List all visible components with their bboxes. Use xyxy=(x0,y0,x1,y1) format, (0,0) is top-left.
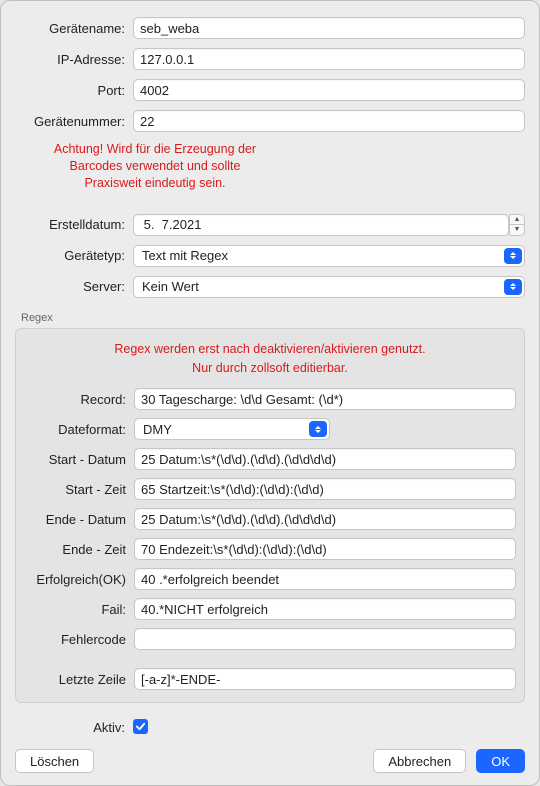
fail-input[interactable] xyxy=(134,598,516,620)
record-input[interactable] xyxy=(134,388,516,410)
ende-datum-input[interactable] xyxy=(134,508,516,530)
erstelldatum-input[interactable] xyxy=(133,214,509,236)
label-ende-zeit: Ende - Zeit xyxy=(24,542,134,557)
label-erfolgreich: Erfolgreich(OK) xyxy=(24,572,134,587)
dateformat-select[interactable]: DMY xyxy=(134,418,330,440)
check-icon xyxy=(135,721,146,732)
warning-line-1: Achtung! Wird für die Erzeugung der xyxy=(15,141,295,158)
label-server: Server: xyxy=(15,279,133,294)
geraetename-input[interactable] xyxy=(133,17,525,39)
label-fehlercode: Fehlercode xyxy=(24,632,134,647)
label-ende-datum: Ende - Datum xyxy=(24,512,134,527)
label-ip: IP-Adresse: xyxy=(15,52,133,67)
label-record: Record: xyxy=(24,392,134,407)
geraetetyp-value: Text mit Regex xyxy=(142,248,228,263)
geraetenummer-input[interactable] xyxy=(133,110,525,132)
label-erstelldatum: Erstelldatum: xyxy=(15,217,133,232)
label-geraetenummer: Gerätenummer: xyxy=(15,114,133,129)
regex-group: Regex werden erst nach deaktivieren/akti… xyxy=(15,328,525,704)
popup-arrow-icon xyxy=(504,279,522,295)
ip-input[interactable] xyxy=(133,48,525,70)
dateformat-value: DMY xyxy=(143,422,172,437)
label-start-zeit: Start - Zeit xyxy=(24,482,134,497)
aktiv-checkbox[interactable] xyxy=(133,719,148,734)
content: Gerätename: IP-Adresse: Port: Gerätenumm… xyxy=(1,1,539,745)
abbrechen-button[interactable]: Abbrechen xyxy=(373,749,466,773)
section-title-regex: Regex xyxy=(21,312,523,324)
label-geraetename: Gerätename: xyxy=(15,21,133,36)
popup-arrow-icon xyxy=(504,248,522,264)
label-fail: Fail: xyxy=(24,602,134,617)
stepper-buttons[interactable]: ▲ ▼ xyxy=(509,214,525,236)
start-datum-input[interactable] xyxy=(134,448,516,470)
port-input[interactable] xyxy=(133,79,525,101)
erfolgreich-input[interactable] xyxy=(134,568,516,590)
ende-zeit-input[interactable] xyxy=(134,538,516,560)
loeschen-button[interactable]: Löschen xyxy=(15,749,94,773)
label-start-datum: Start - Datum xyxy=(24,452,134,467)
chevron-down-icon[interactable]: ▼ xyxy=(510,224,524,235)
regex-warning-2: Nur durch zollsoft editierbar. xyxy=(24,360,516,377)
label-aktiv: Aktiv: xyxy=(15,720,133,735)
server-select[interactable]: Kein Wert xyxy=(133,276,525,298)
dialog-window: Gerätename: IP-Adresse: Port: Gerätenumm… xyxy=(0,0,540,786)
label-port: Port: xyxy=(15,83,133,98)
footer: Löschen Abbrechen OK xyxy=(15,749,525,773)
label-geraetetyp: Gerätetyp: xyxy=(15,248,133,263)
server-value: Kein Wert xyxy=(142,279,199,294)
chevron-up-icon[interactable]: ▲ xyxy=(510,215,524,225)
regex-warning-1: Regex werden erst nach deaktivieren/akti… xyxy=(24,341,516,358)
label-letzte-zeile: Letzte Zeile xyxy=(24,672,134,687)
warning-line-3: Praxisweit eindeutig sein. xyxy=(15,175,295,192)
erstelldatum-stepper[interactable]: ▲ ▼ xyxy=(133,214,525,236)
letzte-zeile-input[interactable] xyxy=(134,668,516,690)
label-dateformat: Dateformat: xyxy=(24,422,134,437)
start-zeit-input[interactable] xyxy=(134,478,516,500)
geraetetyp-select[interactable]: Text mit Regex xyxy=(133,245,525,267)
ok-button[interactable]: OK xyxy=(476,749,525,773)
fehlercode-input[interactable] xyxy=(134,628,516,650)
popup-arrow-icon xyxy=(309,421,327,437)
warning-line-2: Barcodes verwendet und sollte xyxy=(15,158,295,175)
